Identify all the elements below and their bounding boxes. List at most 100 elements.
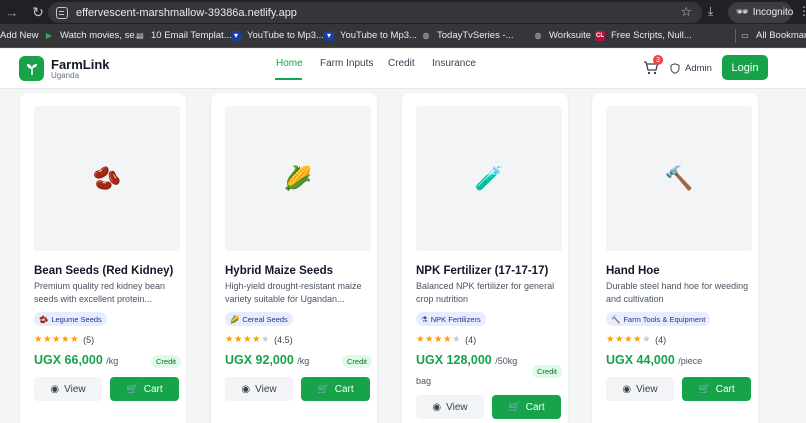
bookmark-item[interactable]: ◍ Worksuite (533, 30, 592, 41)
bean-icon: 🫘 (39, 314, 49, 324)
play-icon: ▶ (45, 31, 53, 40)
product-card: 🫘 Bean Seeds (Red Kidney) Premium qualit… (20, 93, 186, 423)
reload-icon[interactable]: ↻ (30, 4, 46, 21)
bookmark-label: 10 Email Templat... (151, 30, 232, 41)
view-button[interactable]: ◉ View (606, 377, 674, 401)
product-price: UGX 92,000 /kg (225, 353, 309, 367)
product-name[interactable]: Bean Seeds (Red Kidney) (34, 265, 173, 277)
globe-icon: ◍ (534, 31, 542, 40)
product-description: Durable steel hand hoe for weeding and c… (606, 281, 749, 304)
nav-insurance[interactable]: Insurance (432, 58, 476, 69)
browser-toolbar: → ↻ effervescent-marshmallow-39386a.netl… (0, 0, 806, 24)
product-grid: 🫘 Bean Seeds (Red Kidney) Premium qualit… (0, 90, 806, 423)
cart-icon: 🛒 (698, 383, 711, 395)
bookmark-label: Free Scripts, Null... (611, 30, 692, 41)
login-button[interactable]: Login (722, 55, 768, 80)
hammer-icon: 🔨 (664, 165, 694, 191)
add-to-cart-button[interactable]: 🛒 Cart (682, 377, 751, 401)
rating-value: (4) (465, 334, 477, 345)
sprout-icon (26, 63, 37, 75)
price-value: UGX 66,000 (34, 353, 103, 367)
site-info-icon[interactable] (56, 6, 68, 19)
address-bar[interactable]: effervescent-marshmallow-39386a.netlify.… (48, 2, 702, 23)
download-icon[interactable]: ⤓ (708, 4, 713, 19)
menu-icon[interactable]: ⋮ (798, 4, 806, 18)
bookmark-item[interactable]: ▾ YouTube to Mp3... (231, 30, 324, 41)
logo[interactable] (19, 56, 44, 81)
view-label: View (255, 383, 277, 395)
product-image[interactable]: 🌽 (225, 106, 371, 251)
admin-link[interactable]: Admin (685, 63, 712, 74)
bookmark-item[interactable]: ◍ TodayTvSeries -... (421, 30, 514, 41)
brand-name[interactable]: FarmLink (51, 57, 110, 72)
product-image[interactable]: 🫘 (34, 106, 180, 251)
bookmark-item[interactable]: ▭ All Bookmarks (740, 30, 806, 41)
price-unit: /piece (678, 356, 703, 366)
cl-icon: CL (595, 30, 605, 41)
bookmark-label: YouTube to Mp3... (247, 30, 324, 41)
product-name[interactable]: Hybrid Maize Seeds (225, 265, 333, 277)
bookmark-item[interactable]: ▤ 10 Email Templat... (135, 30, 232, 41)
product-image[interactable]: 🔨 (606, 106, 752, 251)
nav-credit[interactable]: Credit (388, 58, 415, 69)
product-name[interactable]: NPK Fertilizer (17-17-17) (416, 265, 548, 277)
product-card: 🌽 Hybrid Maize Seeds High-yield drought-… (211, 93, 377, 423)
view-button[interactable]: ◉ View (34, 377, 102, 401)
category-label: NPK Fertilizers (430, 314, 481, 324)
star-rating-icon: ★★★★★ (606, 334, 652, 345)
category-label: Farm Tools & Equipment (623, 314, 706, 324)
shield-icon: ▾ (324, 30, 334, 41)
cart-label: Cart (143, 383, 163, 395)
product-price: UGX 44,000 /piece (606, 353, 702, 367)
cart-count-badge: 3 (653, 55, 663, 65)
cart-label: Cart (525, 401, 545, 413)
bookmark-label: Watch movies, se... (60, 30, 143, 41)
nav-home[interactable]: Home (276, 58, 303, 69)
shield-icon (670, 63, 680, 74)
bookmarks-bar: Add New ▶ Watch movies, se... ▤ 10 Email… (0, 24, 806, 48)
rating: ★★★★★ (4.5) (225, 334, 293, 345)
view-button[interactable]: ◉ View (225, 377, 293, 401)
hammer-icon: 🔨 (611, 314, 621, 324)
test-tube-icon: 🧪 (474, 165, 504, 191)
app-header: FarmLink Uganda Home Farm Inputs Credit … (0, 49, 806, 89)
bookmark-item[interactable]: CL Free Scripts, Null... (595, 30, 692, 41)
shield-icon: ▾ (231, 30, 241, 41)
price-value: UGX 44,000 (606, 353, 675, 367)
star-rating-icon: ★★★★★ (225, 334, 271, 345)
price-value: UGX 128,000 (416, 353, 492, 367)
product-description: Premium quality red kidney bean seeds wi… (34, 281, 166, 304)
price-unit-continued: bag (416, 376, 432, 386)
view-label: View (636, 383, 658, 395)
forward-icon[interactable]: → (2, 5, 22, 20)
price-value: UGX 92,000 (225, 353, 294, 367)
view-button[interactable]: ◉ View (416, 395, 484, 419)
category-label: Cereal Seeds (242, 314, 288, 324)
eye-icon: ◉ (50, 383, 60, 395)
bookmark-item[interactable]: ▾ YouTube to Mp3... (324, 30, 417, 41)
cart-label: Cart (334, 383, 354, 395)
bookmark-label: All Bookmarks (756, 30, 806, 41)
product-price: UGX 66,000 /kg (34, 353, 118, 367)
cart-label: Cart (715, 383, 735, 395)
add-to-cart-button[interactable]: 🛒 Cart (492, 395, 561, 419)
eye-icon: ◉ (622, 383, 632, 395)
rating: ★★★★★ (5) (34, 334, 94, 345)
globe-icon: ◍ (422, 31, 430, 40)
bookmark-label: Add New (0, 30, 39, 41)
doc-icon: ▤ (136, 31, 144, 40)
add-to-cart-button[interactable]: 🛒 Cart (301, 377, 370, 401)
bookmark-item[interactable]: ▶ Watch movies, se... (44, 30, 143, 41)
brand-subtitle: Uganda (51, 71, 80, 80)
product-name[interactable]: Hand Hoe (606, 265, 660, 277)
incognito-indicator[interactable]: 🕶 Incognito (728, 2, 793, 23)
product-image[interactable]: 🧪 (416, 106, 562, 251)
url-text[interactable]: effervescent-marshmallow-39386a.netlify.… (76, 7, 297, 19)
add-to-cart-button[interactable]: 🛒 Cart (110, 377, 179, 401)
product-description: High-yield drought-resistant maize varie… (225, 281, 362, 304)
bookmark-star-icon[interactable]: ☆ (680, 4, 692, 20)
folder-icon: ▭ (741, 31, 749, 40)
bookmark-item[interactable]: Add New (0, 30, 39, 41)
flask-icon: ⚗ (421, 314, 428, 324)
nav-farm-inputs[interactable]: Farm Inputs (320, 58, 373, 69)
